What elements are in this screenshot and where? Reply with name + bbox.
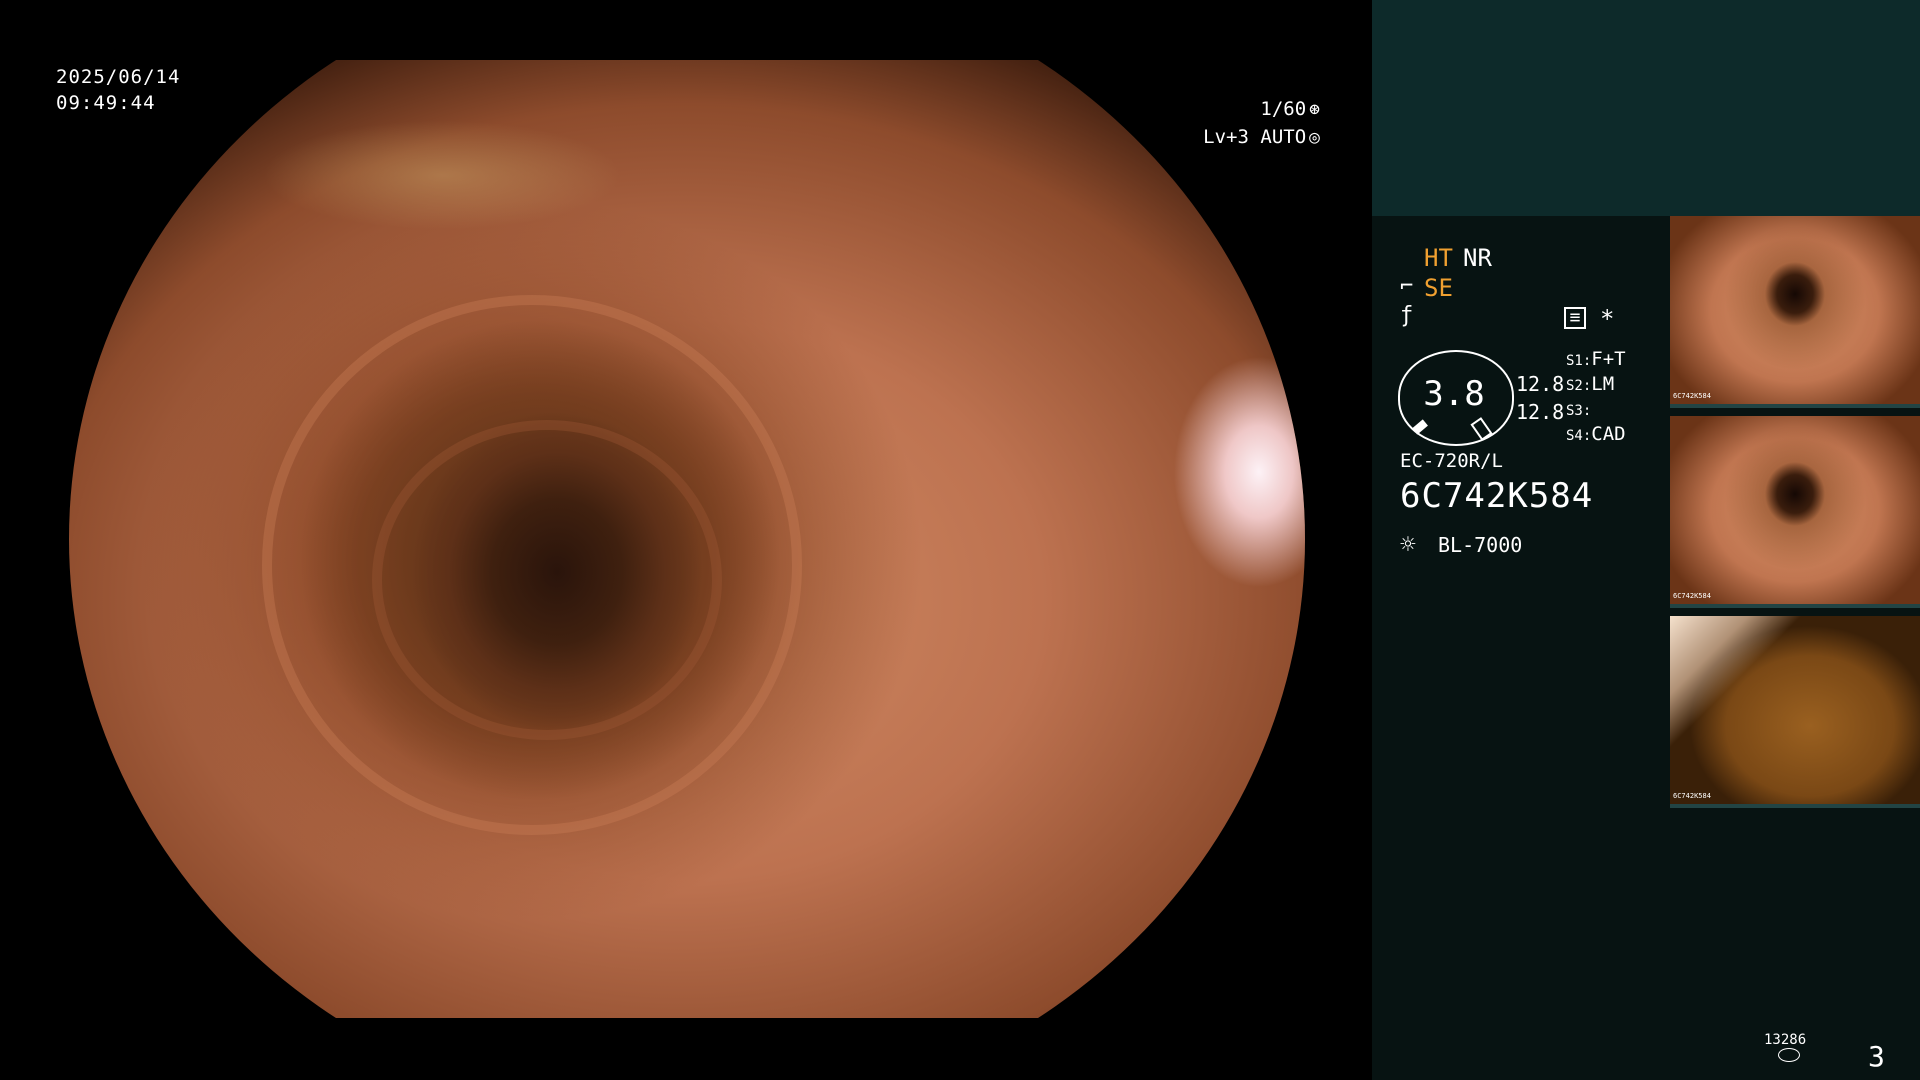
storage-icon bbox=[1778, 1048, 1800, 1062]
light-source-icon: ☼ bbox=[1400, 530, 1416, 560]
slot-key: S3: bbox=[1566, 403, 1592, 419]
exposure-mode-text: AUTO bbox=[1260, 126, 1307, 148]
endoscope-live-view bbox=[0, 0, 1372, 1080]
time-text: 09:49:44 bbox=[56, 92, 156, 114]
serial-number: 6C742K584 bbox=[1400, 476, 1594, 516]
se-indicator: SE bbox=[1424, 274, 1453, 302]
exposure-readout: Lv+3 AUTO ◎ bbox=[1080, 126, 1320, 148]
panel-header-area bbox=[1372, 0, 1920, 216]
capture-thumbnail[interactable]: 6C742K584 bbox=[1670, 616, 1920, 808]
readout-value-1: 12.8 bbox=[1516, 372, 1565, 396]
slot-2: S2:LM bbox=[1566, 373, 1614, 395]
mucosal-fold bbox=[372, 420, 722, 740]
capture-thumbnail[interactable]: 6C742K584 bbox=[1670, 416, 1920, 608]
shutter-readout: 1/60 ⊛ bbox=[1080, 98, 1320, 120]
nr-indicator: NR bbox=[1463, 244, 1492, 272]
slot-value: F+T bbox=[1591, 348, 1626, 370]
level-text: Lv+3 bbox=[1203, 126, 1249, 148]
asterisk-indicator: * bbox=[1600, 305, 1615, 333]
capture-thumbnail[interactable]: 6C742K584 bbox=[1670, 216, 1920, 408]
thumbnail-label: 6C742K584 bbox=[1673, 792, 1711, 800]
thumbnail-label: 6C742K584 bbox=[1673, 592, 1711, 600]
debris-area bbox=[262, 120, 622, 230]
ht-indicator: HT bbox=[1424, 244, 1453, 272]
slot-value: LM bbox=[1591, 373, 1615, 395]
light-source-model: BL-7000 bbox=[1438, 533, 1523, 557]
capture-counter: 13286 bbox=[1764, 1032, 1807, 1048]
slot-1: S1:F+T bbox=[1566, 348, 1626, 370]
thumbnail-label: 6C742K584 bbox=[1673, 392, 1711, 400]
slot-4: S4:CAD bbox=[1566, 423, 1626, 445]
record-icon: ≡ bbox=[1564, 307, 1586, 329]
shutter-text: 1/60 bbox=[1260, 98, 1307, 120]
scope-model: EC-720R/L bbox=[1400, 450, 1503, 472]
endoscopic-image bbox=[69, 60, 1305, 1018]
slot-3: S3: bbox=[1566, 398, 1591, 420]
readout-value-2: 12.8 bbox=[1516, 400, 1565, 424]
dial-value: 3.8 bbox=[1423, 374, 1485, 414]
filter-icon: ƒ bbox=[1400, 303, 1414, 328]
iris-icon: ◎ bbox=[1309, 127, 1320, 148]
slot-key: S2: bbox=[1566, 378, 1592, 394]
slot-key: S4: bbox=[1566, 428, 1592, 444]
page-number: 3 bbox=[1868, 1040, 1885, 1073]
slot-key: S1: bbox=[1566, 353, 1592, 369]
date-text: 2025/06/14 bbox=[56, 66, 181, 88]
aperture-icon: ⊛ bbox=[1309, 99, 1320, 120]
slot-value: CAD bbox=[1591, 423, 1626, 445]
edge-enhance-icon: ⌐ bbox=[1400, 274, 1414, 299]
datetime-overlay: 2025/06/14 09:49:44 bbox=[56, 64, 180, 116]
